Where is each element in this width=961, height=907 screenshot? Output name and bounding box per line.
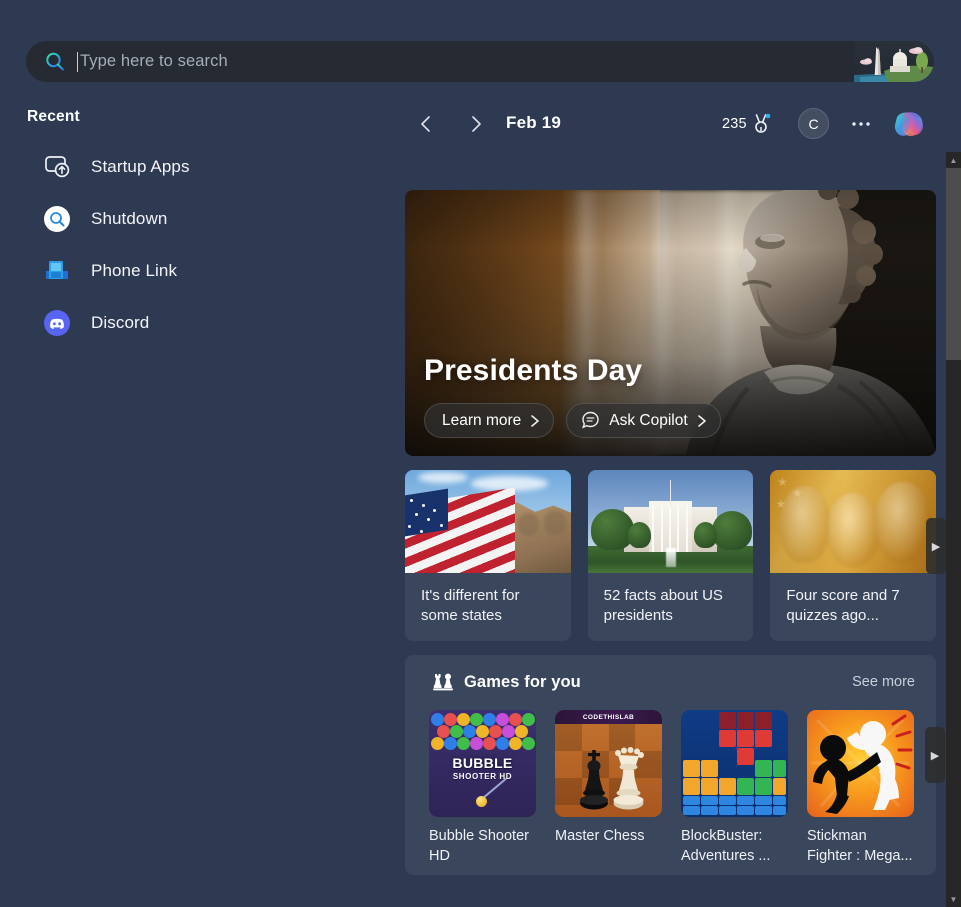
tile-black-king: [579, 749, 608, 810]
article-title: 52 facts about US presidents: [603, 587, 723, 624]
ask-copilot-button[interactable]: Ask Copilot: [566, 403, 721, 438]
tile-subtitle: SHOOTER HD: [452, 772, 513, 782]
ellipsis-icon: [852, 122, 870, 126]
chess-pieces-icon: [432, 671, 454, 693]
thumb-tree: [590, 509, 635, 551]
master-chess-tile: CODETHISLAB: [555, 710, 662, 817]
sidebar-list: Startup Apps Shutdown Phone Link Discord: [0, 143, 400, 347]
windows-search-panel: Type here to search Feb 19 235 C Recent …: [0, 0, 961, 907]
phone-link-icon: [42, 256, 72, 286]
washington-dc-skyline-illustration[interactable]: [854, 41, 934, 82]
tile-title: BUBBLE: [452, 754, 513, 771]
copilot-chat-icon: [580, 410, 601, 431]
game-item[interactable]: Stickman Fighter : Mega...: [807, 710, 914, 866]
game-name: Bubble Shooter HD: [429, 828, 529, 864]
game-item[interactable]: BUBBLE SHOOTER HD Bubble Shooter HD: [429, 710, 536, 866]
mount-rushmore-with-us-flag: [405, 470, 571, 573]
article-card[interactable]: ★ ★ ★ Four score and 7 quizzes ago...: [770, 470, 937, 641]
tile-white-queen: [613, 746, 644, 810]
games-panel: Games for you See more BUBBLE SHOOTER HD…: [405, 655, 945, 875]
search-bar-container: Type here to search: [26, 41, 934, 82]
sidebar-item-label: Startup Apps: [91, 157, 190, 176]
previous-button[interactable]: [407, 104, 445, 144]
game-item[interactable]: BlockBuster: Adventures ...: [681, 710, 788, 866]
hero-title: Presidents Day: [424, 354, 643, 387]
search-result-icon: [42, 204, 72, 234]
hero-buttons: Learn more Ask Copilot: [424, 403, 721, 438]
game-item[interactable]: CODETHISLAB Master Chess: [555, 710, 662, 866]
sidebar-item-startup-apps[interactable]: Startup Apps: [10, 143, 384, 191]
thumb-face: [517, 513, 540, 536]
tile-brand: CODETHISLAB: [582, 713, 635, 721]
learn-more-button[interactable]: Learn more: [424, 403, 555, 438]
scrollbar-thumb[interactable]: [946, 168, 961, 360]
hero-card[interactable]: Presidents Day Learn more Ask Copilot: [405, 190, 936, 456]
next-button[interactable]: [457, 104, 495, 144]
carousel-next-icon[interactable]: ▶: [925, 727, 945, 783]
thumb-tree: [712, 511, 753, 551]
feed-date: Feb 19: [506, 113, 562, 132]
text-cursor: [77, 51, 78, 72]
article-title: Four score and 7 quizzes ago...: [786, 587, 900, 624]
article-card[interactable]: It's different for some states: [405, 470, 571, 641]
carousel-next-icon[interactable]: ▶: [926, 518, 946, 574]
thumb-flag-union: [405, 488, 449, 539]
sidebar-item-discord[interactable]: Discord: [10, 299, 384, 347]
search-icon: [44, 51, 66, 73]
white-house-exterior: [587, 470, 754, 573]
article-card[interactable]: 52 facts about US presidents: [587, 470, 754, 641]
sidebar-item-label: Discord: [91, 313, 150, 332]
rewards-button[interactable]: 235: [718, 104, 775, 144]
games-list: BUBBLE SHOOTER HD Bubble Shooter HD CODE…: [405, 710, 936, 866]
learn-more-label: Learn more: [442, 411, 522, 429]
rewards-count: 235: [722, 116, 747, 132]
search-input[interactable]: Type here to search: [80, 52, 934, 71]
thumb-flagpole: [669, 480, 671, 508]
vertical-scrollbar[interactable]: ▲ ▼: [946, 152, 961, 907]
see-more-link[interactable]: See more: [852, 674, 915, 690]
thumb-tree: [627, 521, 651, 549]
more-options-button[interactable]: [845, 104, 877, 144]
avatar[interactable]: C: [798, 108, 829, 139]
tile-brand-bar: CODETHISLAB: [555, 710, 662, 724]
copilot-button[interactable]: [889, 104, 929, 144]
recent-sidebar: Recent Startup Apps Shutdown Phone Link …: [0, 108, 400, 351]
sidebar-item-label: Phone Link: [91, 261, 178, 280]
search-bar[interactable]: Type here to search: [26, 41, 934, 82]
sidebar-item-shutdown[interactable]: Shutdown: [10, 195, 384, 243]
content-feed: Presidents Day Learn more Ask Copilot It…: [405, 190, 946, 875]
thumb-fountain: [665, 548, 676, 567]
games-title: Games for you: [464, 672, 581, 691]
ask-copilot-label: Ask Copilot: [609, 411, 688, 429]
scroll-up-icon[interactable]: ▲: [946, 152, 961, 168]
chevron-right-icon: [529, 414, 540, 428]
chevron-left-icon: [421, 116, 430, 132]
game-name: Stickman Fighter : Mega...: [807, 828, 913, 864]
bubble-shooter-tile: BUBBLE SHOOTER HD: [429, 710, 536, 817]
thumb-grain: [770, 470, 937, 573]
sidebar-item-label: Shutdown: [91, 209, 168, 228]
game-name: Master Chess: [555, 828, 645, 844]
games-header: Games for you See more: [405, 669, 936, 695]
sidebar-title: Recent: [27, 108, 80, 125]
scroll-down-icon[interactable]: ▼: [946, 891, 961, 907]
copilot-icon: [894, 112, 923, 137]
rewards-medal-icon: [752, 113, 771, 135]
discord-icon: [42, 308, 72, 338]
thumb-tree: [693, 521, 718, 549]
game-name: BlockBuster: Adventures ...: [681, 828, 771, 864]
blockbuster-tile: [681, 710, 788, 817]
hero-content: Presidents Day Learn more Ask Copilot: [424, 354, 721, 438]
article-card-list: It's different for some states 52 facts …: [405, 470, 946, 641]
stickman-fighter-tile: [807, 710, 914, 817]
avatar-initial: C: [808, 115, 819, 132]
startup-apps-icon: [42, 152, 72, 182]
sepia-presidents-collage: ★ ★ ★: [770, 470, 937, 573]
thumb-face: [544, 511, 567, 535]
sidebar-item-phone-link[interactable]: Phone Link: [10, 247, 384, 295]
article-title: It's different for some states: [421, 587, 520, 624]
tile-stickman-art: [811, 714, 913, 814]
chevron-right-icon: [472, 116, 481, 132]
chevron-right-icon: [696, 414, 707, 428]
